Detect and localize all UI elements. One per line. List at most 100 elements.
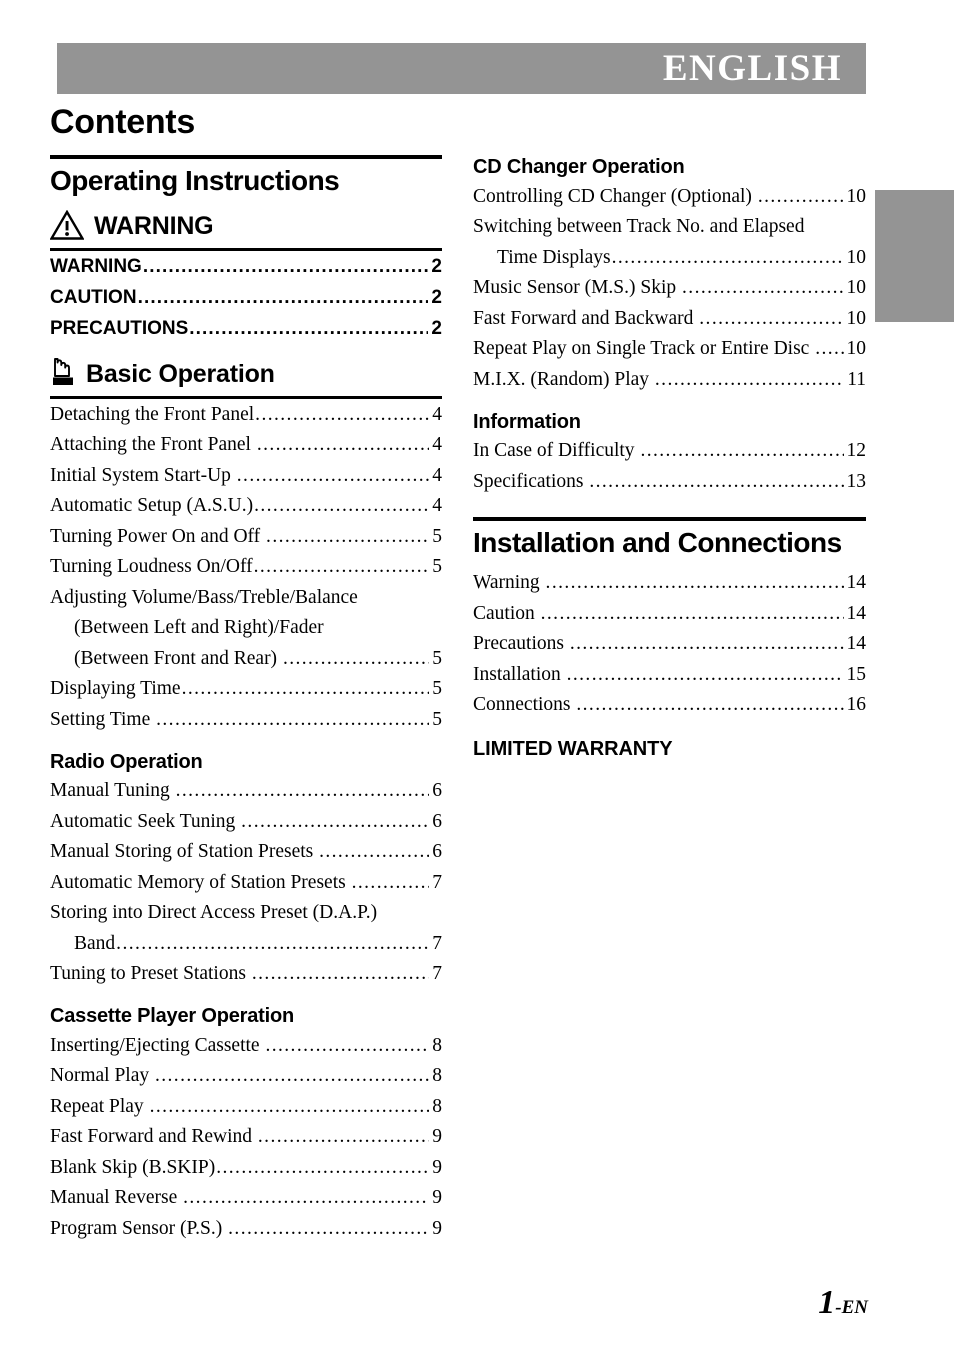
toc-entry[interactable]: Manual Tuning 6 <box>50 776 442 807</box>
toc-entry-page: 8 <box>432 1034 442 1056</box>
installation-entry-list: Warning 14 Caution 14 Precautions 14 Ins… <box>473 568 866 721</box>
toc-entry[interactable]: CAUTION 2 <box>50 282 442 313</box>
toc-entry-title: Manual Storing of Station Presets <box>50 841 319 862</box>
toc-entry[interactable]: WARNING 2 <box>50 251 442 282</box>
toc-entry-page: 5 <box>432 556 442 577</box>
cassette-player-operation-entry-list: Inserting/Ejecting Cassette 8 Normal Pla… <box>50 1030 442 1244</box>
toc-leader-dots <box>143 257 429 276</box>
toc-entry-title: Specifications <box>473 470 589 492</box>
toc-entry-title: Repeat Play <box>50 1095 149 1117</box>
toc-leader-dots <box>541 604 844 624</box>
toc-entry-page: 6 <box>432 810 442 832</box>
toc-entry-page: 2 <box>431 287 442 308</box>
toc-leader-dots <box>612 248 844 268</box>
toc-leader-dots <box>138 288 429 307</box>
toc-entry[interactable]: Turning Power On and Off 5 <box>50 521 442 552</box>
toc-entry-page: 10 <box>846 185 867 207</box>
toc-entry-title: Warning <box>473 572 545 593</box>
toc-entry-title: Normal Play <box>50 1065 154 1086</box>
toc-leader-dots <box>655 370 844 390</box>
toc-entry-page: 9 <box>432 1156 442 1178</box>
toc-entry-page: 14 <box>846 633 867 654</box>
toc-entry-title: Manual Tuning <box>50 780 175 801</box>
toc-leader-dots <box>257 435 429 455</box>
toc-leader-dots <box>254 557 430 577</box>
toc-entry-title: Fast Forward and Rewind <box>50 1126 257 1147</box>
toc-entry[interactable]: Precautions 14 <box>473 629 866 660</box>
toc-entry[interactable]: Music Sensor (M.S.) Skip 10 <box>473 273 866 304</box>
toc-entry[interactable]: Band 7 <box>50 928 442 959</box>
toc-entry[interactable]: PRECAUTIONS 2 <box>50 313 442 344</box>
language-banner: ENGLISH <box>57 43 866 94</box>
toc-entry[interactable]: Attaching the Front Panel 4 <box>50 430 442 461</box>
limited-warranty-label: LIMITED WARRANTY <box>473 738 673 760</box>
toc-entry-title: Attaching the Front Panel <box>50 434 256 455</box>
toc-entry[interactable]: Adjusting Volume/Bass/Treble/Balance <box>50 582 442 613</box>
toc-leader-dots <box>266 527 429 547</box>
toc-entry-title: (Between Left and Right)/Fader <box>74 617 324 638</box>
warning-entry-list: WARNING 2 CAUTION 2 PRECAUTIONS 2 <box>50 251 442 344</box>
toc-entry[interactable]: Repeat Play on Single Track or Entire Di… <box>473 334 866 365</box>
toc-entry[interactable]: Setting Time 5 <box>50 704 442 735</box>
toc-entry[interactable]: Connections 16 <box>473 690 866 721</box>
toc-entry-page: 4 <box>432 434 442 455</box>
toc-entry[interactable]: Manual Reverse 9 <box>50 1183 442 1214</box>
toc-entry[interactable]: M.I.X. (Random) Play 11 <box>473 364 866 395</box>
toc-entry-page: 8 <box>432 1065 442 1086</box>
toc-entry[interactable]: (Between Left and Right)/Fader <box>50 613 442 644</box>
toc-entry-page: 14 <box>846 602 867 624</box>
toc-leader-dots <box>156 710 429 730</box>
toc-entry-page: 10 <box>846 307 867 329</box>
left-column: Operating Instructions WARNING WARNING 2… <box>50 155 442 1244</box>
toc-entry[interactable]: Automatic Seek Tuning 6 <box>50 806 442 837</box>
toc-entry[interactable]: Detaching the Front Panel 4 <box>50 399 442 430</box>
basic-operation-entry-list: Detaching the Front Panel 4 Attaching th… <box>50 399 442 735</box>
folio-number: 1 <box>818 1284 836 1321</box>
toc-entry-page: 4 <box>432 464 442 486</box>
toc-entry[interactable]: Initial System Start-Up 4 <box>50 460 442 491</box>
toc-entry[interactable]: Tuning to Preset Stations 7 <box>50 959 442 990</box>
toc-entry[interactable]: In Case of Difficulty 12 <box>473 436 866 467</box>
toc-entry[interactable]: Switching between Track No. and Elapsed <box>473 212 866 243</box>
toc-entry-title: Inserting/Ejecting Cassette <box>50 1034 265 1056</box>
toc-entry[interactable]: Repeat Play 8 <box>50 1091 442 1122</box>
toc-entry-title: Time Displays <box>497 246 611 268</box>
toc-entry[interactable]: Specifications 13 <box>473 466 866 497</box>
toc-entry-page: 6 <box>432 780 442 801</box>
toc-entry-title: Music Sensor (M.S.) Skip <box>473 277 682 298</box>
toc-entry-page: 10 <box>846 277 867 298</box>
toc-leader-dots <box>116 934 429 954</box>
toc-entry[interactable]: Installation 15 <box>473 659 866 690</box>
toc-leader-dots <box>265 1036 429 1056</box>
toc-entry[interactable]: Displaying Time 5 <box>50 674 442 705</box>
toc-entry[interactable]: Warning 14 <box>473 568 866 599</box>
toc-entry[interactable]: Inserting/Ejecting Cassette 8 <box>50 1030 442 1061</box>
toc-leader-dots <box>216 1158 429 1178</box>
toc-entry[interactable]: Manual Storing of Station Presets 6 <box>50 837 442 868</box>
toc-leader-dots <box>699 309 843 329</box>
toc-entry[interactable]: Automatic Setup (A.S.U.) 4 <box>50 491 442 522</box>
toc-leader-dots <box>283 649 429 669</box>
toc-entry-title: Turning Loudness On/Off <box>50 556 253 577</box>
toc-entry[interactable]: Blank Skip (B.SKIP) 9 <box>50 1152 442 1183</box>
toc-entry[interactable]: Caution 14 <box>473 598 866 629</box>
toc-entry-title: Repeat Play on Single Track or Entire Di… <box>473 338 815 359</box>
toc-entry-title: Switching between Track No. and Elapsed <box>473 216 805 237</box>
toc-entry[interactable]: (Between Front and Rear) 5 <box>50 643 442 674</box>
toc-entry-title: Initial System Start-Up <box>50 464 236 486</box>
toc-entry[interactable]: Automatic Memory of Station Presets 7 <box>50 867 442 898</box>
toc-entry-title: Fast Forward and Backward <box>473 307 699 329</box>
toc-entry[interactable]: Turning Loudness On/Off 5 <box>50 552 442 583</box>
toc-entry[interactable]: Controlling CD Changer (Optional) 10 <box>473 181 866 212</box>
toc-entry-title: Detaching the Front Panel <box>50 403 255 425</box>
toc-entry-title: Setting Time <box>50 708 156 730</box>
toc-entry[interactable]: Fast Forward and Rewind 9 <box>50 1122 442 1153</box>
toc-entry[interactable]: Time Displays 10 <box>473 242 866 273</box>
toc-entry[interactable]: Fast Forward and Backward 10 <box>473 303 866 334</box>
page-title: Contents <box>50 103 195 141</box>
toc-entry-page: 2 <box>431 256 442 277</box>
toc-entry-page: 9 <box>432 1126 442 1147</box>
toc-entry[interactable]: Normal Play 8 <box>50 1061 442 1092</box>
toc-entry[interactable]: Storing into Direct Access Preset (D.A.P… <box>50 898 442 929</box>
toc-entry[interactable]: Program Sensor (P.S.) 9 <box>50 1213 442 1244</box>
